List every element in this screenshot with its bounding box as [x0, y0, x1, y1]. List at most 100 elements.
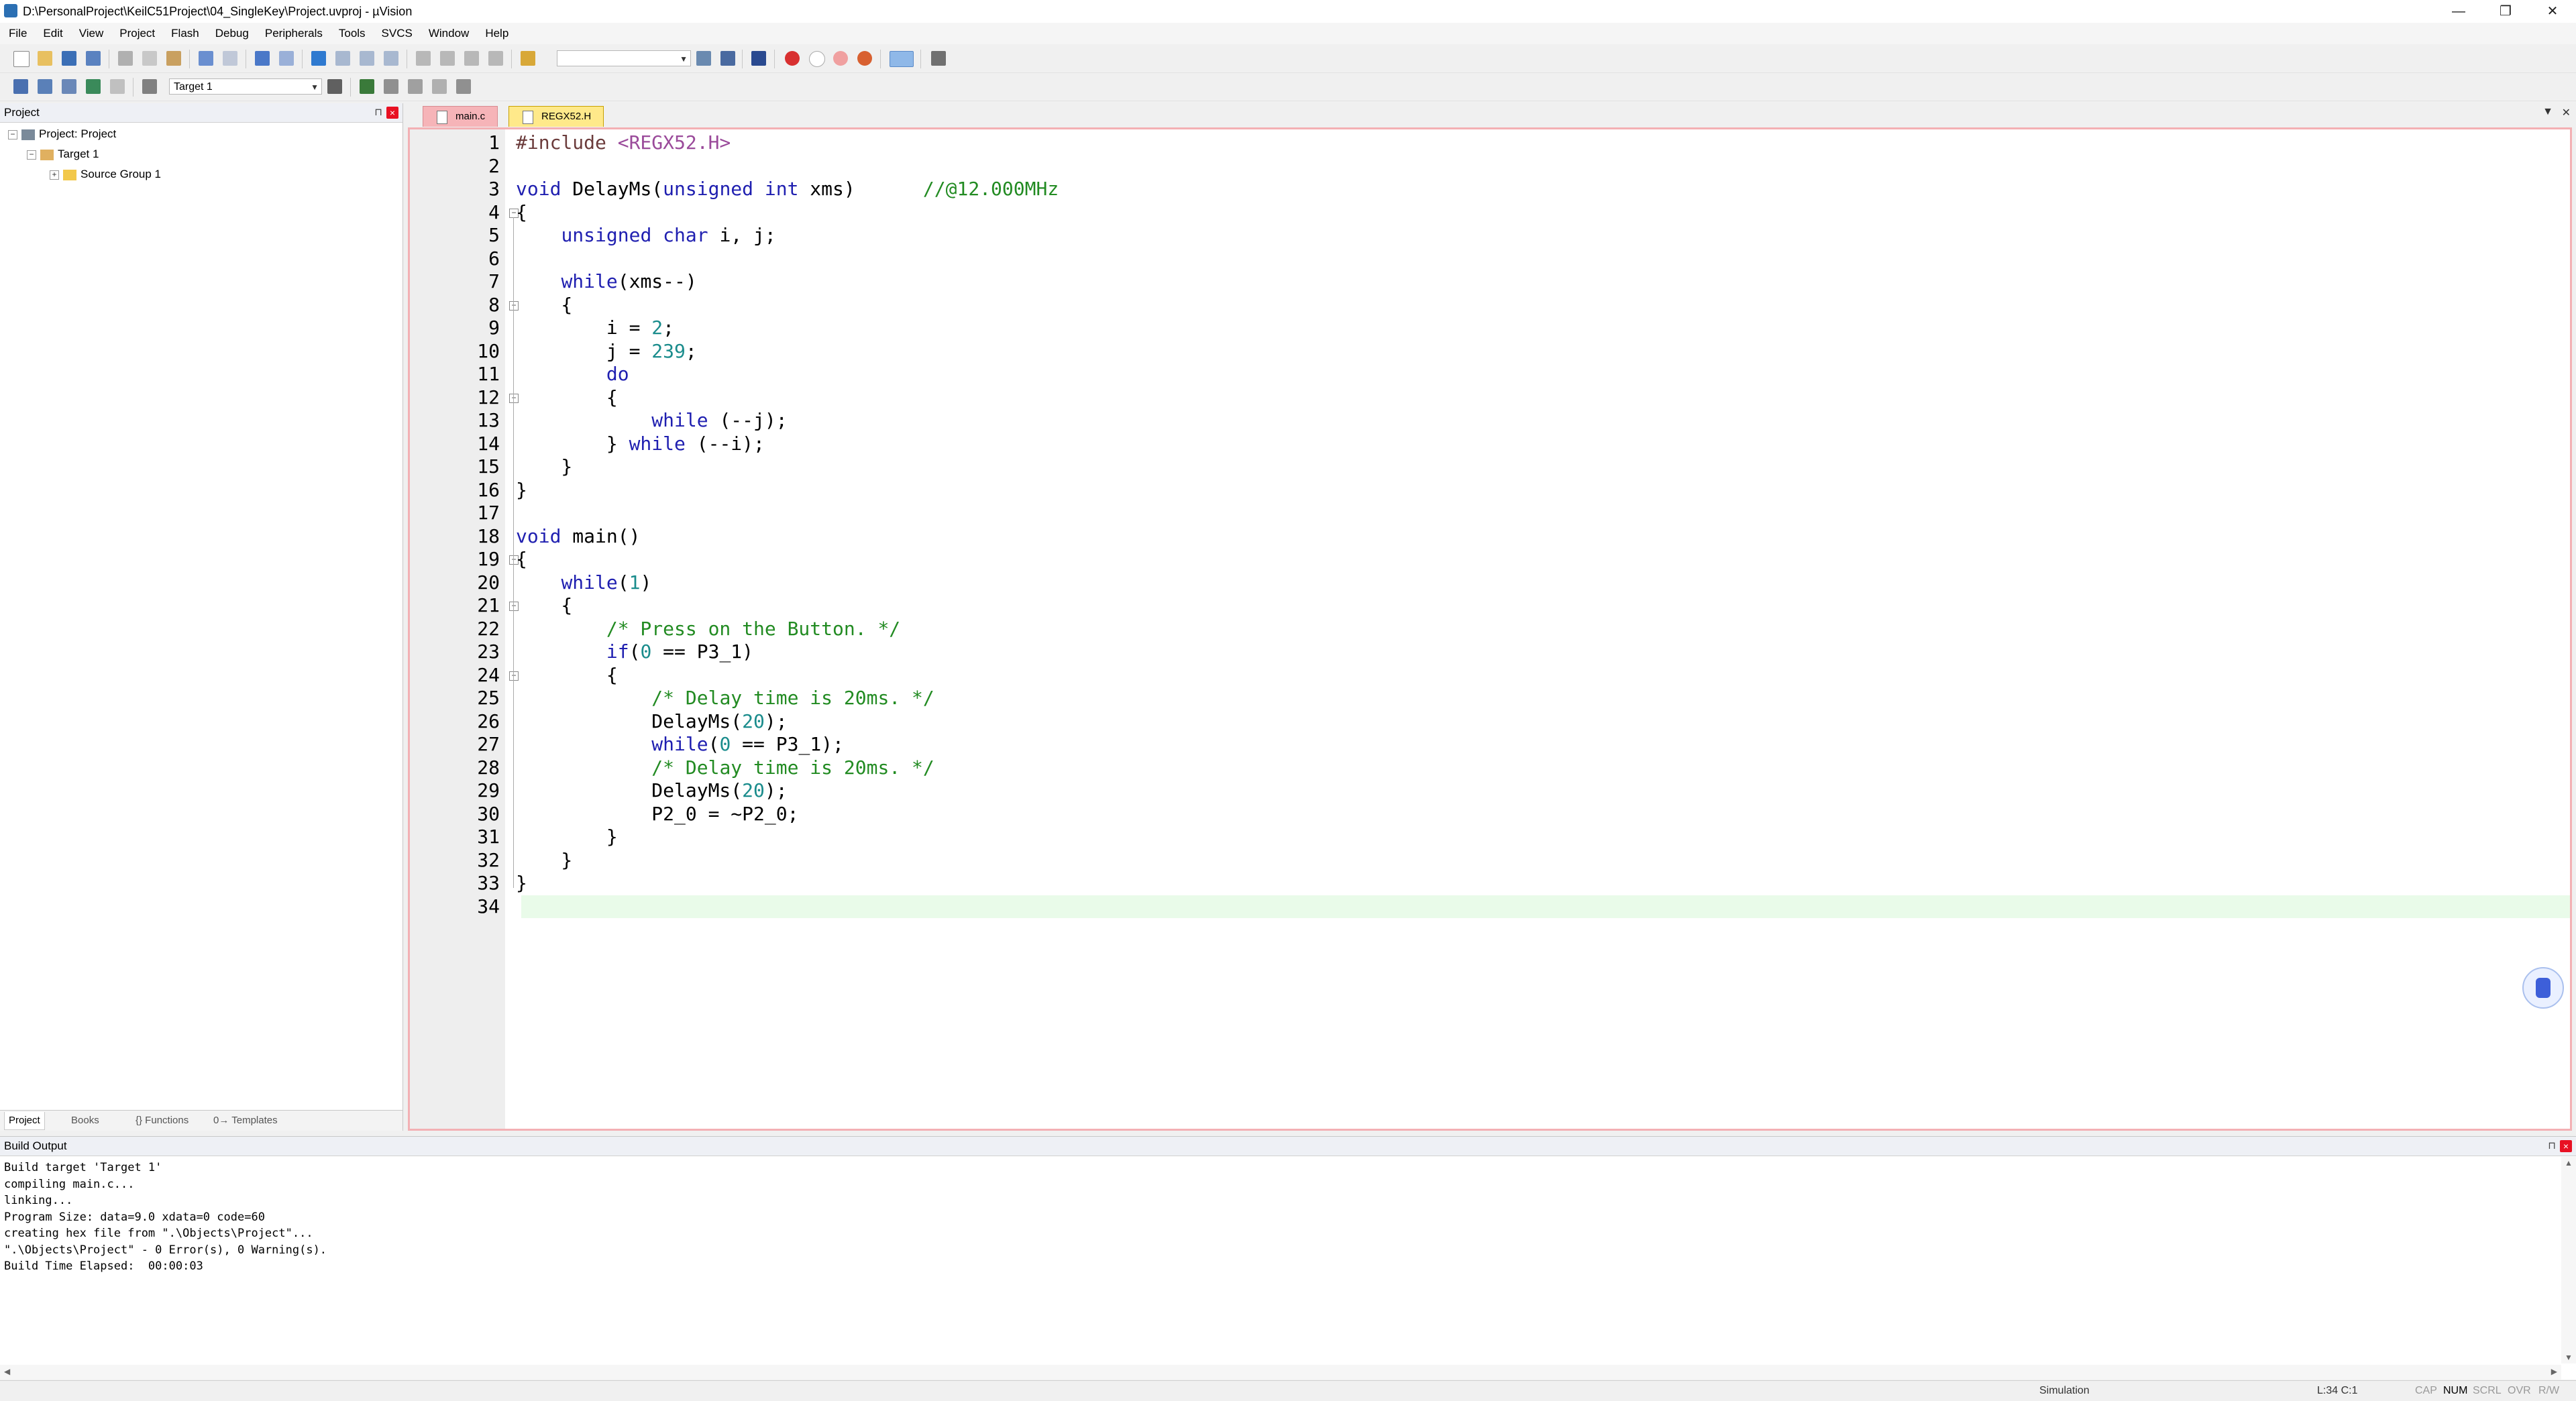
code-line[interactable]: while (--j);	[516, 409, 787, 433]
code-line[interactable]: while(0 == P3_1);	[516, 733, 844, 756]
menu-view[interactable]: View	[70, 23, 111, 44]
manage-rte-icon[interactable]	[408, 79, 423, 94]
code-line[interactable]: {	[516, 386, 618, 410]
close-icon[interactable]: ×	[386, 107, 398, 119]
build-output-horizontal-scrollbar[interactable]: ◀ ▶	[0, 1365, 2561, 1380]
target-options-icon[interactable]	[327, 79, 342, 94]
pack-installer-icon[interactable]	[456, 79, 471, 94]
menu-edit[interactable]: Edit	[34, 23, 70, 44]
menu-debug[interactable]: Debug	[207, 23, 256, 44]
bookmark-next-icon[interactable]	[360, 51, 374, 66]
paste-icon[interactable]	[166, 51, 181, 66]
editor-tab-main-c[interactable]: main.c	[423, 106, 498, 127]
code-line[interactable]: /* Press on the Button. */	[516, 618, 900, 641]
code-line[interactable]: }	[516, 826, 618, 849]
tab-books[interactable]: Books	[67, 1112, 103, 1129]
undo-icon[interactable]	[199, 51, 213, 66]
incremental-find-icon[interactable]	[720, 51, 735, 66]
code-line[interactable]: j = 239;	[516, 340, 697, 363]
code-area[interactable]: #include <REGX52.H> void DelayMs(unsigned…	[516, 129, 2570, 1129]
code-line[interactable]: unsigned char i, j;	[516, 224, 775, 247]
cut-icon[interactable]	[118, 51, 133, 66]
tab-project[interactable]: Project	[4, 1112, 45, 1130]
pin-icon[interactable]: ⊓	[374, 103, 382, 122]
code-line[interactable]: i = 2;	[516, 317, 674, 340]
minimize-button[interactable]: —	[2435, 0, 2482, 23]
code-line[interactable]: while(1)	[516, 571, 651, 595]
menu-peripherals[interactable]: Peripherals	[256, 23, 330, 44]
comment-icon[interactable]	[464, 51, 479, 66]
code-line[interactable]: /* Delay time is 20ms. */	[516, 756, 934, 780]
code-line[interactable]: /* Delay time is 20ms. */	[516, 687, 934, 710]
menu-tools[interactable]: Tools	[330, 23, 373, 44]
find-in-files-icon[interactable]	[521, 51, 535, 66]
build-output-vertical-scrollbar[interactable]: ▲ ▼	[2561, 1157, 2576, 1363]
run-time-env-icon[interactable]	[432, 79, 447, 94]
insert-breakpoint-icon[interactable]	[785, 51, 800, 66]
menu-svcs[interactable]: SVCS	[373, 23, 420, 44]
manage-project-items-icon[interactable]	[360, 79, 374, 94]
tree-item-project[interactable]: − Project: Project	[8, 125, 116, 143]
restore-button[interactable]: ❐	[2482, 0, 2529, 23]
indent-icon[interactable]	[416, 51, 431, 66]
translate-icon[interactable]	[13, 79, 28, 94]
code-line[interactable]: {	[516, 548, 527, 571]
bookmark-prev-icon[interactable]	[335, 51, 350, 66]
code-line[interactable]: void DelayMs(unsigned int xms) //@12.000…	[516, 178, 1059, 201]
bookmark-toggle-icon[interactable]	[311, 51, 326, 66]
code-line[interactable]: {	[516, 664, 618, 687]
tab-list-dropdown-icon[interactable]: ▼	[2542, 106, 2553, 118]
kill-breakpoints-icon[interactable]	[857, 51, 872, 66]
close-icon[interactable]: ×	[2560, 1140, 2572, 1152]
save-all-icon[interactable]	[86, 51, 101, 66]
navigate-forward-icon[interactable]	[279, 51, 294, 66]
scroll-up-icon[interactable]: ▲	[2565, 1158, 2573, 1168]
find-icon[interactable]	[696, 51, 711, 66]
editor-tab-regx52-h[interactable]: REGX52.H	[508, 106, 604, 127]
code-line[interactable]: void main()	[516, 525, 640, 549]
find-combo[interactable]: ▼	[557, 50, 691, 66]
redo-icon[interactable]	[223, 51, 237, 66]
tree-item-target-1[interactable]: − Target 1	[27, 146, 99, 163]
rebuild-icon[interactable]	[62, 79, 76, 94]
code-line[interactable]: }	[516, 849, 572, 873]
tab-functions[interactable]: {} Functions	[131, 1112, 193, 1129]
copy-icon[interactable]	[142, 51, 157, 66]
tab-templates[interactable]: 0→ Templates	[209, 1112, 282, 1129]
menu-flash[interactable]: Flash	[162, 23, 207, 44]
code-line[interactable]: {	[516, 201, 527, 225]
enable-breakpoint-icon[interactable]	[809, 51, 825, 67]
disable-breakpoints-icon[interactable]	[833, 51, 848, 66]
stop-build-icon[interactable]	[110, 79, 125, 94]
pin-icon[interactable]: ⊓	[2548, 1137, 2556, 1156]
code-line[interactable]: #include <REGX52.H>	[516, 131, 731, 155]
build-icon[interactable]	[38, 79, 52, 94]
close-window-button[interactable]: ✕	[2529, 0, 2576, 23]
open-file-icon[interactable]	[38, 51, 52, 66]
scroll-left-icon[interactable]: ◀	[4, 1367, 10, 1376]
batch-build-icon[interactable]	[86, 79, 101, 94]
code-editor[interactable]: 1 2 3 4 5 6 7 8 9 10 11 12 13 14 15 16 17 18 19 20 21 22 23 24 2…	[408, 127, 2572, 1131]
tree-item-source-group-1[interactable]: + Source Group 1	[50, 166, 161, 183]
uncomment-icon[interactable]	[488, 51, 503, 66]
expand-icon[interactable]: +	[50, 170, 59, 180]
code-line[interactable]: while(xms--)	[516, 270, 696, 294]
code-line[interactable]: }	[516, 872, 527, 895]
scroll-down-icon[interactable]: ▼	[2565, 1353, 2573, 1362]
navigate-back-icon[interactable]	[255, 51, 270, 66]
target-select[interactable]: Target 1 ▼	[169, 78, 322, 95]
debug-session-icon[interactable]	[751, 51, 766, 66]
code-line[interactable]: {	[516, 294, 572, 317]
collapse-icon[interactable]: −	[8, 129, 17, 139]
menu-window[interactable]: Window	[420, 23, 476, 44]
code-line[interactable]: do	[516, 363, 629, 386]
download-icon[interactable]	[142, 79, 157, 94]
code-line[interactable]: }	[516, 479, 527, 502]
bookmark-clear-icon[interactable]	[384, 51, 398, 66]
save-icon[interactable]	[62, 51, 76, 66]
code-line[interactable]: if(0 == P3_1)	[516, 640, 753, 664]
scroll-right-icon[interactable]: ▶	[2551, 1367, 2557, 1376]
menu-file[interactable]: File	[0, 23, 34, 44]
select-packs-icon[interactable]	[384, 79, 398, 94]
code-line[interactable]: DelayMs(20);	[516, 779, 787, 803]
